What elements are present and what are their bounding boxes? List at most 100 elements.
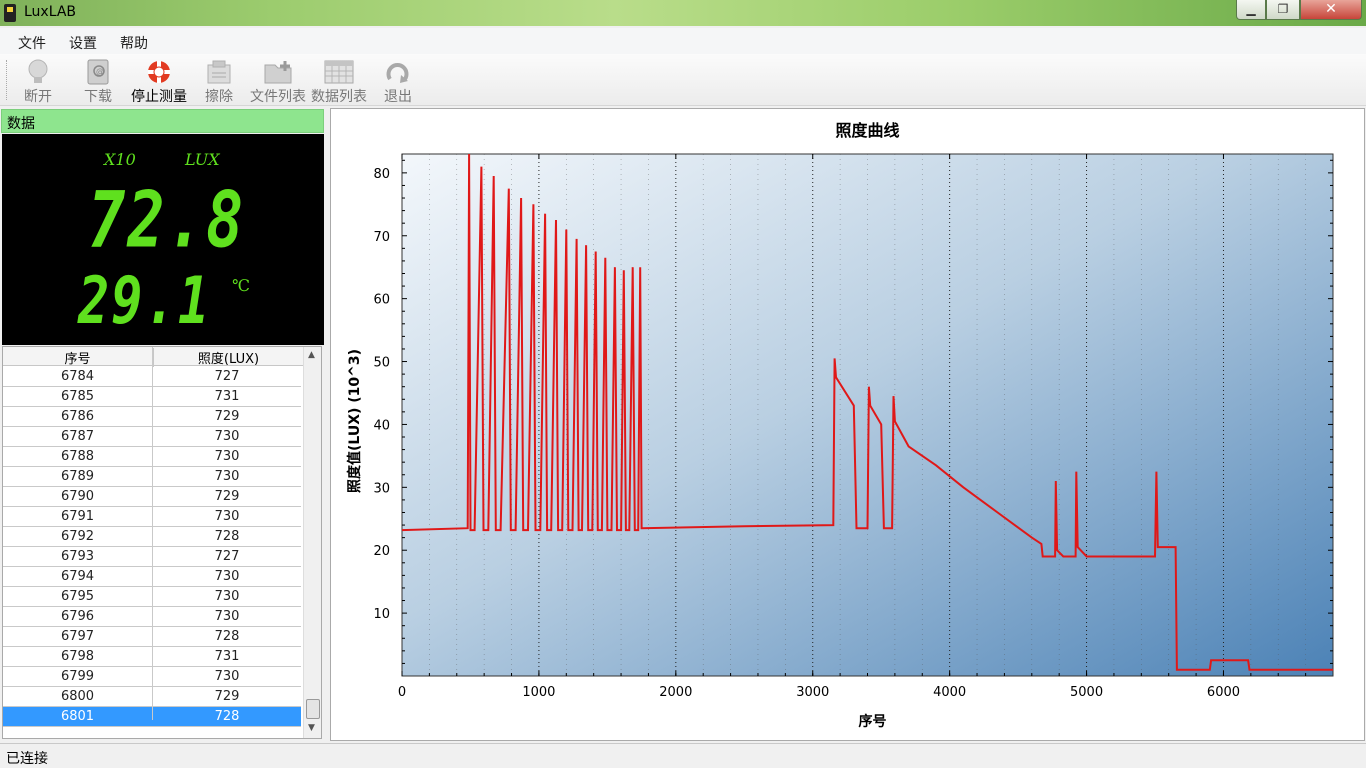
cell-index: 6791: [60, 509, 95, 524]
cell-lux: 731: [214, 389, 240, 404]
y-tick-label: 20: [373, 544, 390, 559]
lcd-display: X10 LUX 72.8 29.1 ℃: [2, 134, 324, 345]
y-tick-label: 80: [373, 167, 390, 182]
cell-index: 6790: [60, 489, 95, 504]
app-icon: [4, 4, 16, 22]
exit-button[interactable]: 退出: [378, 56, 418, 105]
cell-index: 6797: [60, 629, 95, 644]
erase-button[interactable]: 擦除: [198, 56, 240, 105]
minimize-button[interactable]: ▁: [1236, 0, 1266, 20]
toolbar: 断开 @ 下载 停止测量 擦除 文件列表 数据列表 退出: [0, 54, 1366, 106]
cell-lux: 729: [214, 409, 240, 424]
x-tick-label: 2000: [659, 685, 692, 700]
disconnect-button[interactable]: 断开: [16, 56, 60, 105]
scroll-up-icon[interactable]: ▲: [308, 350, 315, 360]
cell-lux: 731: [214, 649, 240, 664]
cell-lux: 728: [214, 529, 240, 544]
y-tick-label: 30: [373, 481, 390, 496]
cell-index: 6794: [60, 569, 95, 584]
svg-text:@: @: [96, 67, 104, 76]
menu-settings[interactable]: 设置: [69, 33, 97, 53]
table-scrollbar[interactable]: ▲ ▼: [303, 347, 321, 738]
cell-index: 6788: [60, 449, 95, 464]
bulb-icon: [28, 59, 48, 83]
lcd-lux-value: 72.8: [88, 174, 246, 266]
x-tick-label: 3000: [796, 685, 829, 700]
column-divider: [152, 347, 153, 720]
cell-index: 6799: [60, 669, 95, 684]
cell-index: 6798: [60, 649, 95, 664]
cell-lux: 729: [214, 689, 240, 704]
cell-lux: 727: [214, 549, 240, 564]
lcd-temperature-value: 29.1: [78, 264, 212, 339]
y-tick-label: 70: [373, 230, 390, 245]
y-tick-label: 40: [373, 418, 390, 433]
x-tick-label: 4000: [933, 685, 966, 700]
menu-bar: 文件 设置 帮助: [0, 28, 1366, 54]
status-bar: 已连接: [0, 743, 1366, 768]
erase-icon: [207, 60, 231, 84]
data-panel-title: 数据: [7, 116, 35, 132]
cell-lux: 727: [214, 369, 240, 384]
maximize-button[interactable]: ❐: [1266, 0, 1300, 20]
scroll-thumb[interactable]: [306, 699, 320, 719]
download-book-icon: @: [87, 59, 109, 85]
stop-measure-button[interactable]: 停止测量: [128, 56, 190, 105]
cell-lux: 730: [214, 449, 240, 464]
download-button[interactable]: @ 下载: [76, 56, 120, 105]
data-panel-header: 数据: [1, 109, 324, 133]
title-bar: LuxLAB ▁ ❐ ✕: [0, 0, 1366, 26]
x-tick-label: 0: [398, 685, 406, 700]
cell-index: 6786: [60, 409, 95, 424]
cell-index: 6800: [60, 689, 95, 704]
cell-lux: 730: [214, 669, 240, 684]
scroll-down-icon[interactable]: ▼: [308, 723, 315, 733]
cell-lux: 730: [214, 609, 240, 624]
cell-lux: 729: [214, 489, 240, 504]
menu-file[interactable]: 文件: [18, 33, 46, 53]
cell-lux: 730: [214, 509, 240, 524]
lifebuoy-icon: [148, 61, 170, 83]
cell-index: 6785: [60, 389, 95, 404]
lcd-unit: LUX: [185, 150, 220, 169]
cell-lux: 730: [214, 569, 240, 584]
cell-lux: 730: [214, 589, 240, 604]
lcd-multiplier: X10: [104, 150, 136, 169]
x-tick-label: 6000: [1207, 685, 1240, 700]
cell-lux: 730: [214, 469, 240, 484]
y-tick-label: 60: [373, 293, 390, 308]
cell-index: 6796: [60, 609, 95, 624]
data-list-icon: [324, 60, 354, 84]
chart-panel: 照度曲线 0 1000 2000 3000 4000 5000 6000 10 20 30 40 50 6…: [330, 108, 1365, 741]
chart-title: 照度曲线: [835, 121, 899, 140]
cell-index: 6793: [60, 549, 95, 564]
x-tick-label: 1000: [522, 685, 555, 700]
lcd-temperature-unit: ℃: [232, 276, 250, 295]
data-table: 序号 照度(LUX) 6784 727 6785 731 6786 729 6787 730 6…: [2, 346, 322, 739]
file-list-button[interactable]: 文件列表: [248, 56, 308, 105]
exit-icon: [386, 63, 409, 83]
cell-index: 6789: [60, 469, 95, 484]
x-tick-label: 5000: [1070, 685, 1103, 700]
close-button[interactable]: ✕: [1300, 0, 1362, 20]
connection-status: 已连接: [6, 751, 48, 767]
folder-add-icon: [264, 61, 292, 84]
menu-help[interactable]: 帮助: [120, 33, 148, 53]
cell-index: 6792: [60, 529, 95, 544]
data-list-button[interactable]: 数据列表: [308, 56, 370, 105]
window-title: LuxLAB: [24, 4, 77, 20]
cell-index: 6795: [60, 589, 95, 604]
cell-lux: 728: [214, 709, 240, 724]
lux-chart: 照度曲线 0 1000 2000 3000 4000 5000 6000 10 20 30 40 50 6…: [346, 121, 1334, 730]
column-header-lux[interactable]: 照度(LUX): [153, 348, 303, 367]
table-header: 序号 照度(LUX): [3, 347, 303, 367]
cell-index: 6787: [60, 429, 95, 444]
y-axis-label: 照度值(LUX) (10^3): [346, 349, 363, 493]
column-header-index[interactable]: 序号: [3, 348, 152, 367]
cell-lux: 730: [214, 429, 240, 444]
toolbar-grip: [6, 60, 8, 100]
cell-index: 6801: [60, 709, 95, 724]
y-tick-label: 10: [373, 607, 390, 622]
x-axis-label: 序号: [859, 713, 887, 730]
cell-lux: 728: [214, 629, 240, 644]
